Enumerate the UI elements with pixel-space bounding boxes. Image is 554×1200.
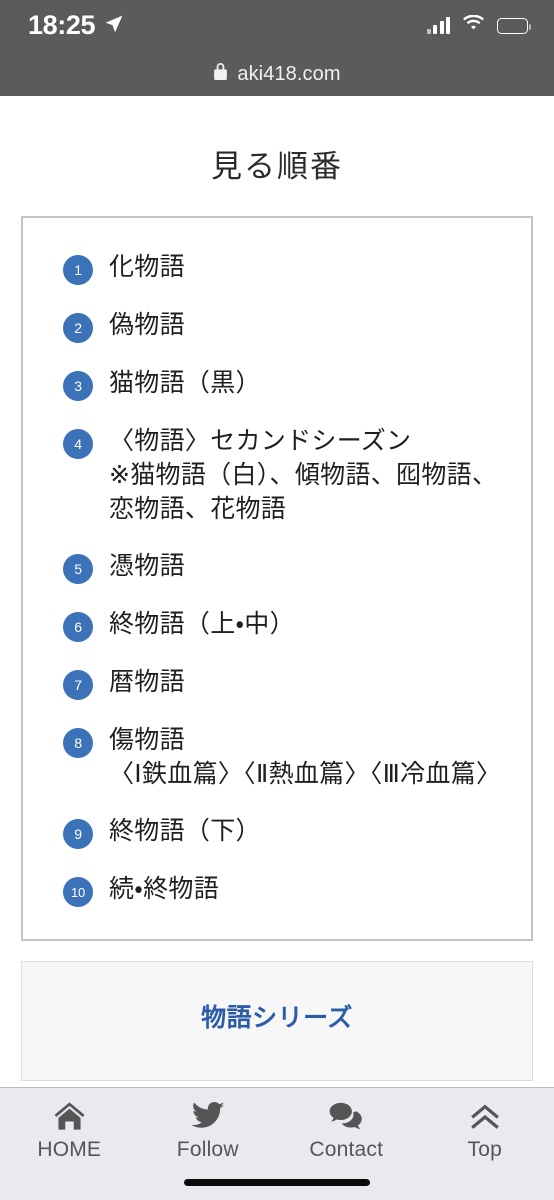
cellular-signal-icon (426, 17, 450, 34)
order-item-subtitle: 〈Ⅰ鉄血篇〉〈Ⅱ熱血篇〉〈Ⅲ冷血篇〉 (109, 760, 502, 788)
order-badge: 7 (63, 670, 93, 700)
order-item-title: 化物語 (109, 253, 185, 281)
order-badge: 4 (63, 429, 93, 459)
order-badge: 3 (63, 371, 93, 401)
order-item-body: 終物語（下） (109, 814, 513, 848)
order-item-body: 偽物語 (109, 308, 513, 342)
order-item-body: 終物語（上・中） (109, 607, 513, 641)
nav-label-home: HOME (37, 1138, 102, 1161)
order-badge: 8 (63, 728, 93, 758)
order-item-title: 〈物語〉セカンドシーズン (109, 427, 412, 455)
speech-bubbles-icon (329, 1099, 363, 1133)
home-icon (53, 1099, 86, 1133)
order-item-title: 続・終物語 (109, 875, 220, 903)
next-section-box: 物語シリーズ (21, 961, 533, 1081)
nav-label-top: Top (467, 1138, 502, 1161)
order-item-title: 憑物語 (109, 552, 185, 580)
status-bar-left: 18:25 (28, 9, 124, 41)
order-badge: 6 (63, 612, 93, 642)
nav-item-top[interactable]: Top (416, 1088, 554, 1200)
status-bar: 18:25 (0, 0, 554, 52)
twitter-bird-icon (190, 1099, 225, 1133)
status-bar-right (426, 14, 532, 37)
nav-label-contact: Contact (309, 1138, 384, 1161)
order-badge: 9 (63, 819, 93, 849)
order-badge: 2 (63, 313, 93, 343)
order-item-body: 暦物語 (109, 665, 513, 699)
list-item: 8 傷物語 〈Ⅰ鉄血篇〉〈Ⅱ熱血篇〉〈Ⅲ冷血篇〉 (63, 723, 513, 791)
list-item: 10 続・終物語 (63, 872, 513, 907)
battery-icon (497, 18, 532, 34)
order-badge: 1 (63, 255, 93, 285)
order-item-title: 終物語（上・中） (109, 610, 295, 638)
viewing-order-box: 1 化物語 2 偽物語 3 猫物語（黒） 4 〈物語〉セカンドシーズン ※猫物語… (21, 216, 533, 941)
nav-item-home[interactable]: HOME (0, 1088, 139, 1200)
list-item: 9 終物語（下） (63, 814, 513, 849)
chevron-double-up-icon (469, 1099, 501, 1133)
status-time: 18:25 (28, 9, 96, 40)
bottom-navigation-bar: HOME Follow Contact Top (0, 1087, 554, 1200)
order-item-body: 化物語 (109, 250, 513, 284)
list-item: 4 〈物語〉セカンドシーズン ※猫物語（白）、傾物語、囮物語、恋物語、花物語 (63, 424, 513, 526)
nav-label-follow: Follow (176, 1138, 239, 1161)
next-section-text: 物語シリーズ (201, 1004, 353, 1032)
order-badge: 10 (63, 877, 93, 907)
list-item: 7 暦物語 (63, 665, 513, 700)
order-item-title: 猫物語（黒） (109, 369, 261, 397)
order-item-title: 傷物語 (109, 726, 185, 754)
order-item-body: 〈物語〉セカンドシーズン ※猫物語（白）、傾物語、囮物語、恋物語、花物語 (109, 424, 513, 526)
order-item-subtitle: ※猫物語（白）、傾物語、囮物語、恋物語、花物語 (109, 461, 498, 523)
order-item-body: 続・終物語 (109, 872, 513, 906)
viewing-order-list: 1 化物語 2 偽物語 3 猫物語（黒） 4 〈物語〉セカンドシーズン ※猫物語… (23, 250, 531, 907)
list-item: 2 偽物語 (63, 308, 513, 343)
order-item-title: 終物語（下） (109, 817, 261, 845)
url-text: aki418.com (237, 62, 341, 85)
order-badge: 5 (63, 554, 93, 584)
wifi-icon (462, 14, 485, 37)
location-arrow-icon (104, 14, 124, 39)
lock-icon (213, 62, 228, 86)
order-item-title: 偽物語 (109, 311, 185, 339)
order-item-body: 憑物語 (109, 549, 513, 583)
page-content: 見る順番 1 化物語 2 偽物語 3 猫物語（黒） 4 〈物語〉セカンドシーズン… (0, 96, 554, 1200)
list-item: 6 終物語（上・中） (63, 607, 513, 642)
order-item-body: 猫物語（黒） (109, 366, 513, 400)
list-item: 3 猫物語（黒） (63, 366, 513, 401)
home-indicator-bar (184, 1179, 370, 1186)
order-item-title: 暦物語 (109, 668, 185, 696)
list-item: 5 憑物語 (63, 549, 513, 584)
list-item: 1 化物語 (63, 250, 513, 285)
page-title: 見る順番 (211, 149, 343, 184)
browser-url-bar[interactable]: aki418.com (0, 52, 554, 96)
order-item-body: 傷物語 〈Ⅰ鉄血篇〉〈Ⅱ熱血篇〉〈Ⅲ冷血篇〉 (109, 723, 513, 791)
